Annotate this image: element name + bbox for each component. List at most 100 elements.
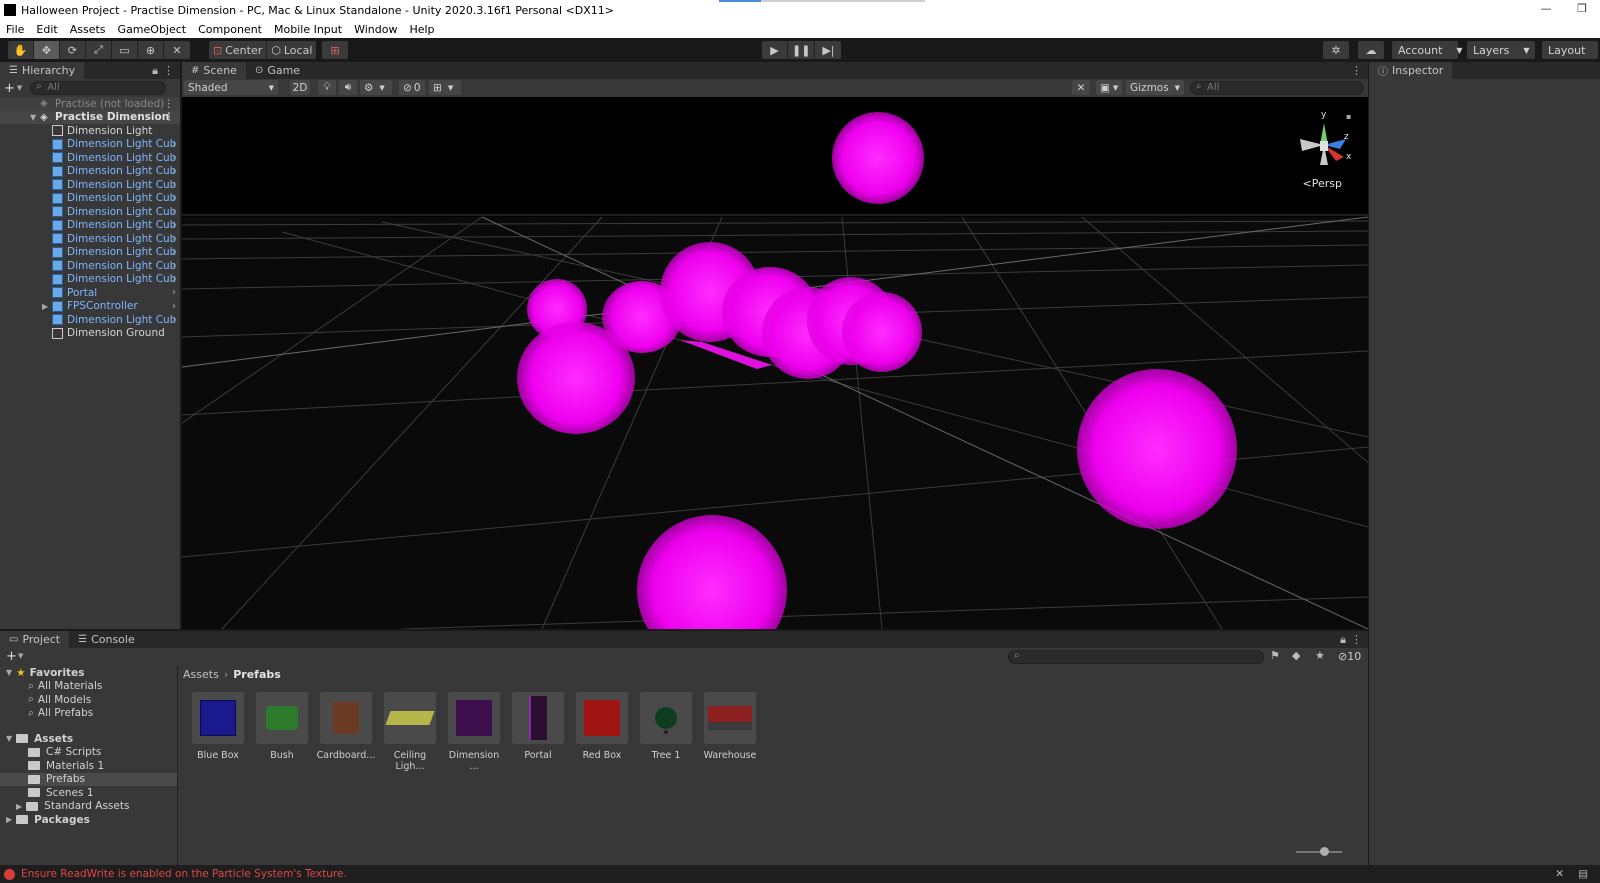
chevron-right-icon[interactable]: › bbox=[172, 314, 176, 325]
menu-component[interactable]: Component bbox=[192, 23, 268, 36]
chevron-down-icon[interactable]: ▼ bbox=[17, 84, 22, 92]
chevron-right-icon[interactable]: › bbox=[172, 247, 176, 258]
collab-icon[interactable]: ✲ bbox=[1323, 41, 1349, 59]
scene-viewport[interactable]: y z x ▪ <Persp bbox=[182, 97, 1368, 629]
create-add-icon[interactable]: + bbox=[6, 649, 17, 664]
list-item[interactable]: Dimension Light Cub › bbox=[0, 192, 180, 206]
tree-item-materials[interactable]: Materials 1 bbox=[0, 759, 177, 773]
gizmos-dropdown[interactable]: Gizmos ▼ bbox=[1126, 80, 1184, 95]
chevron-right-icon[interactable]: › bbox=[172, 206, 176, 217]
hidden-packages-toggle[interactable]: ⊘10 bbox=[1338, 650, 1361, 663]
tree-item-csharp-scripts[interactable]: C# Scripts bbox=[0, 746, 177, 760]
step-button[interactable]: ▶| bbox=[815, 41, 841, 59]
slider-handle[interactable] bbox=[1320, 847, 1329, 856]
chevron-down-icon[interactable]: ▼ bbox=[18, 652, 23, 660]
thumbnail-size-slider[interactable] bbox=[1296, 847, 1342, 856]
asset-ceiling-light[interactable]: Ceiling Ligh... bbox=[379, 692, 441, 772]
asset-dimension[interactable]: Dimension ... bbox=[443, 692, 505, 772]
chevron-right-icon[interactable]: › bbox=[172, 193, 176, 204]
asset-warehouse[interactable]: Warehouse bbox=[699, 692, 761, 761]
grid-toggle-icon[interactable]: ⊞ ▼ bbox=[429, 80, 461, 95]
chevron-right-icon[interactable]: › bbox=[172, 260, 176, 271]
list-item[interactable]: ▶ FPSController › bbox=[0, 300, 180, 314]
tree-item-prefabs[interactable]: Prefabs bbox=[0, 772, 177, 786]
chevron-right-icon[interactable]: › bbox=[172, 233, 176, 244]
list-item[interactable]: Dimension Light Cub › bbox=[0, 205, 180, 219]
move-tool-icon[interactable]: ✥ bbox=[34, 41, 60, 59]
filter-type-icon[interactable]: ⚑ bbox=[1270, 649, 1280, 662]
scene-menu-icon[interactable]: ⋮ bbox=[164, 111, 175, 123]
tab-console[interactable]: ☰ Console bbox=[69, 631, 144, 648]
custom-tool-icon[interactable]: ✕ bbox=[164, 41, 190, 59]
transform-tool-icon[interactable]: ⊕ bbox=[138, 41, 164, 59]
tab-inspector[interactable]: ⓘ Inspector bbox=[1369, 62, 1453, 79]
play-button[interactable]: ▶ bbox=[762, 41, 788, 59]
chevron-right-icon[interactable]: › bbox=[172, 301, 176, 312]
list-item[interactable]: Dimension Ground bbox=[0, 327, 180, 341]
asset-tree[interactable]: Tree 1 bbox=[635, 692, 697, 761]
chevron-right-icon[interactable]: › bbox=[172, 139, 176, 150]
panel-menu-icon[interactable]: ⋮ bbox=[1351, 633, 1362, 646]
audio-icon[interactable]: 🔊︎ bbox=[339, 80, 357, 95]
tab-scene[interactable]: # Scene bbox=[182, 62, 246, 79]
chevron-right-icon[interactable]: › bbox=[172, 220, 176, 231]
menu-window[interactable]: Window bbox=[348, 23, 403, 36]
panel-menu-icon[interactable]: ⋮ bbox=[163, 64, 174, 77]
tab-project[interactable]: ▭ Project bbox=[0, 631, 70, 648]
status-bar[interactable]: Ensure ReadWrite is enabled on the Parti… bbox=[0, 865, 1600, 883]
asset-portal[interactable]: Portal bbox=[507, 692, 569, 761]
fold-open-icon[interactable]: ▼ bbox=[6, 734, 12, 743]
tree-item-standard-assets[interactable]: ▶ Standard Assets bbox=[0, 800, 177, 814]
scene-search-input[interactable]: All bbox=[1190, 81, 1364, 95]
fold-open-icon[interactable]: ▼ bbox=[6, 668, 12, 677]
asset-red-box[interactable]: Red Box bbox=[571, 692, 633, 761]
camera-icon[interactable]: ▣ ▼ bbox=[1096, 80, 1122, 95]
cloud-icon[interactable]: ☁ bbox=[1358, 41, 1384, 59]
pivot-mode-button[interactable]: ⊡ Center bbox=[209, 41, 268, 59]
asset-bush[interactable]: Bush bbox=[251, 692, 313, 761]
layers-dropdown[interactable]: Layers ▼ bbox=[1467, 41, 1535, 59]
tools-icon[interactable]: ✕ bbox=[1072, 80, 1090, 95]
tree-item-scenes[interactable]: Scenes 1 bbox=[0, 786, 177, 800]
list-item[interactable]: Portal › bbox=[0, 286, 180, 300]
breadcrumb-assets[interactable]: Assets bbox=[183, 668, 219, 681]
draw-mode-dropdown[interactable]: Shaded ▼ bbox=[184, 80, 278, 95]
list-item[interactable]: Dimension Light Cub › bbox=[0, 259, 180, 273]
minimize-button[interactable]: — bbox=[1528, 0, 1564, 20]
list-item[interactable]: Dimension Light Cub › bbox=[0, 313, 180, 327]
list-item[interactable]: Dimension Light Cub › bbox=[0, 273, 180, 287]
create-add-icon[interactable]: + bbox=[4, 81, 15, 96]
chevron-right-icon[interactable]: › bbox=[172, 152, 176, 163]
chevron-right-icon[interactable]: › bbox=[172, 287, 176, 298]
hand-tool-icon[interactable]: ✋ bbox=[8, 41, 34, 59]
fold-closed-icon[interactable]: ▶ bbox=[16, 802, 22, 811]
effects-icon[interactable]: ⚙ ▼ bbox=[360, 80, 392, 95]
fold-open-icon[interactable]: ▼ bbox=[30, 113, 36, 122]
pause-button[interactable]: ❚❚ bbox=[788, 41, 816, 59]
scene-menu-icon[interactable]: ⋮ bbox=[164, 98, 175, 110]
list-item[interactable]: Dimension Light Cub › bbox=[0, 165, 180, 179]
account-dropdown[interactable]: Account ▼ bbox=[1392, 41, 1463, 59]
list-item[interactable]: Dimension Light Cub › bbox=[0, 246, 180, 260]
tab-game[interactable]: ⊙ Game bbox=[246, 62, 309, 79]
list-item[interactable]: Dimension Light Cub › bbox=[0, 219, 180, 233]
scale-tool-icon[interactable]: ⤢ bbox=[86, 41, 112, 59]
hidden-objects-toggle[interactable]: ⊘ 0 bbox=[399, 80, 425, 95]
tree-item-all-materials[interactable]: ⌕ All Materials bbox=[0, 680, 177, 694]
projection-toggle[interactable]: <Persp bbox=[1303, 177, 1342, 190]
favorite-star-icon[interactable]: ★ bbox=[1315, 649, 1325, 662]
menu-assets[interactable]: Assets bbox=[64, 23, 112, 36]
tree-section-favorites[interactable]: ▼ ★ Favorites bbox=[0, 666, 177, 680]
tree-section-assets[interactable]: ▼ Assets bbox=[0, 732, 177, 746]
chevron-right-icon[interactable]: › bbox=[172, 274, 176, 285]
rect-tool-icon[interactable]: ▭ bbox=[112, 41, 138, 59]
tree-item-all-prefabs[interactable]: ⌕ All Prefabs bbox=[0, 707, 177, 721]
toggle-2d-button[interactable]: 2D bbox=[290, 80, 310, 95]
fold-closed-icon[interactable]: ▶ bbox=[42, 302, 48, 311]
lock-icon[interactable]: 🔒︎ bbox=[152, 64, 158, 78]
lock-icon[interactable]: 🔒︎ bbox=[1340, 633, 1346, 647]
menu-help[interactable]: Help bbox=[403, 23, 440, 36]
tree-section-packages[interactable]: ▶ Packages bbox=[0, 813, 177, 827]
pivot-rotation-button[interactable]: ⬡ Local bbox=[267, 41, 316, 59]
scene-row-practise[interactable]: ◈ Practise (not loaded) ⋮ bbox=[0, 97, 180, 111]
